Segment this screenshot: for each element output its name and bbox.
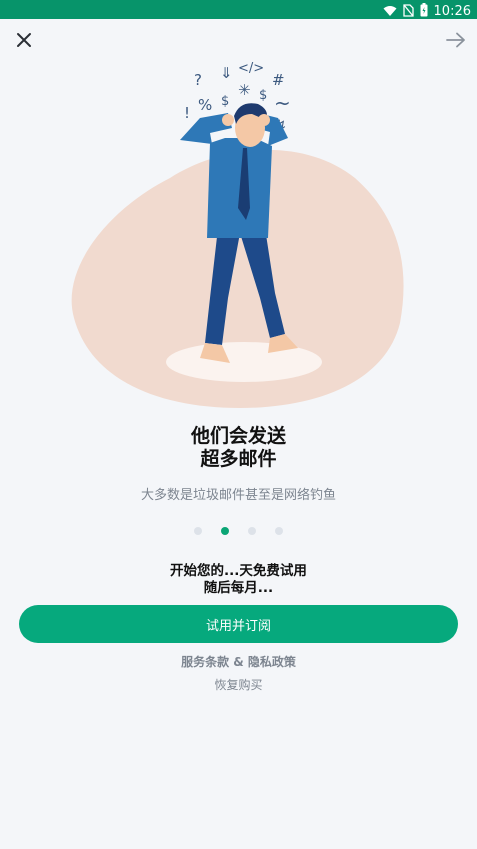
dollar-icon-2: $ [259, 88, 267, 103]
restore-purchase-link[interactable]: 恢复购买 [0, 676, 477, 693]
torso [207, 138, 272, 238]
title-line-2: 超多邮件 [200, 448, 277, 470]
top-bar [0, 19, 477, 59]
page-subtitle: 大多数是垃圾邮件甚至是网络钓鱼 [140, 488, 336, 503]
page-dot[interactable] [248, 527, 256, 535]
tilde-icon: ~ [274, 91, 291, 115]
title-line-1: 他们会发送 [190, 425, 286, 447]
floor-shadow [166, 342, 322, 382]
page-dot-active[interactable] [221, 527, 229, 535]
page-dot[interactable] [275, 527, 283, 535]
right-hand [258, 114, 270, 126]
confused-man-illustration: ? ⇓ </> # ✳ % $ $ ! ~ ↯ [71, 61, 404, 408]
close-icon [17, 33, 31, 47]
download-arrow-icon: ⇓ [220, 64, 233, 82]
percent-icon: % [198, 96, 212, 114]
close-button[interactable] [9, 25, 39, 55]
code-tag-icon: </> [238, 61, 264, 76]
trial-line-2: 随后每月... [203, 580, 274, 596]
dollar-icon: $ [221, 94, 229, 109]
hash-icon: # [272, 71, 285, 89]
trial-info: 开始您的...天免费试用 随后每月... [0, 563, 477, 597]
terms-privacy-link[interactable]: 服务条款 & 隐私政策 [0, 653, 477, 670]
page-indicator [0, 527, 477, 535]
next-button[interactable] [441, 25, 471, 55]
exclamation-icon: ! [184, 104, 190, 122]
asterisk-icon: ✳ [238, 81, 251, 99]
status-bar: 10:26 [0, 0, 477, 19]
try-and-subscribe-button[interactable]: 试用并订阅 [19, 605, 458, 643]
trial-line-1: 开始您的...天免费试用 [170, 563, 307, 579]
page-dot[interactable] [194, 527, 202, 535]
question-mark-icon: ? [194, 71, 202, 89]
arrow-right-icon [446, 32, 465, 48]
page-title: 他们会发送 超多邮件 [0, 425, 477, 471]
left-hand [222, 114, 234, 126]
status-time: 10:26 [433, 4, 471, 19]
